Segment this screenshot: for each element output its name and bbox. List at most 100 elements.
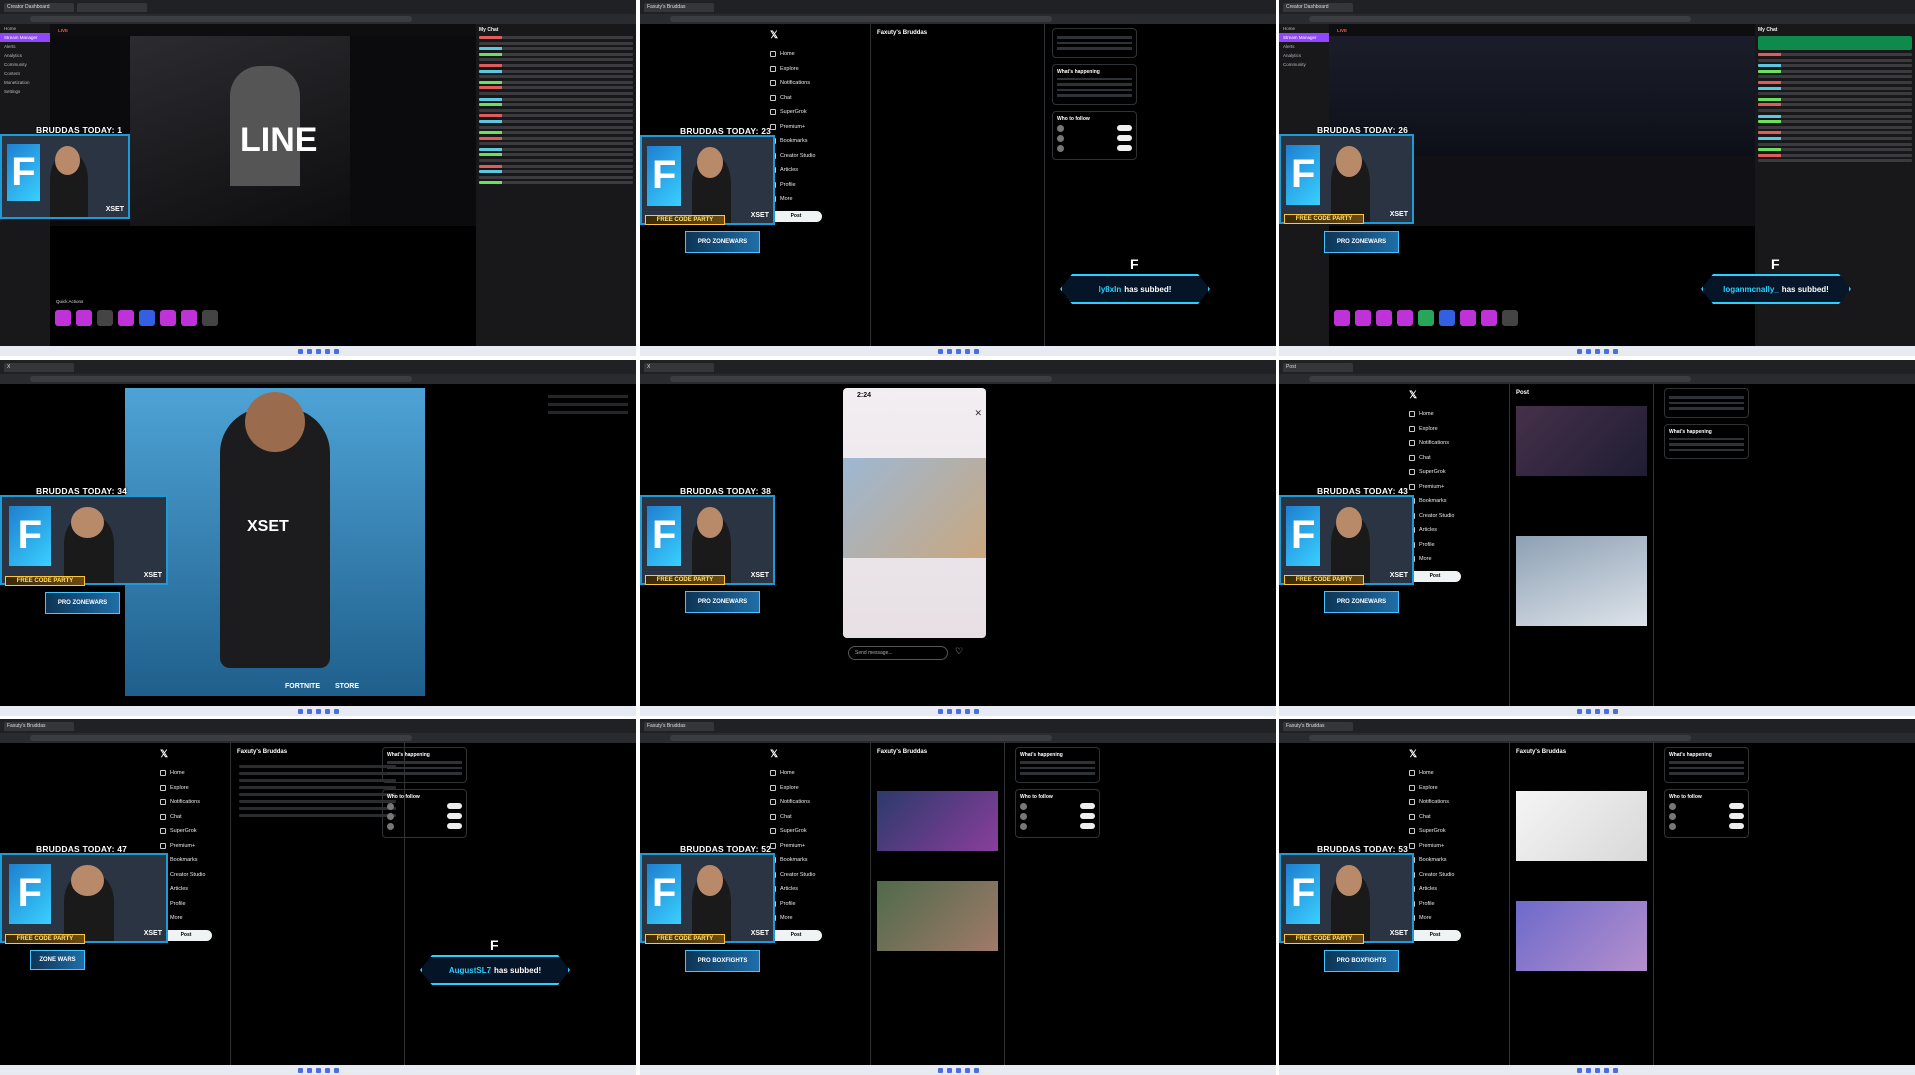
post-button[interactable]: Post [1409,570,1461,582]
follow-button[interactable] [447,823,462,829]
nav-explore[interactable]: Explore [1409,781,1479,796]
browser-tab[interactable]: Post [1283,362,1353,372]
sidebar-item[interactable]: Content [0,69,50,78]
quick-action-button[interactable] [97,310,113,326]
quick-action-button[interactable] [76,310,92,326]
nav-premium[interactable]: Premium+ [770,120,840,135]
sidebar-item[interactable]: Analytics [1279,51,1329,60]
nav-notifications[interactable]: Notifications [770,795,840,810]
post-button[interactable]: Post [770,210,822,222]
quick-action-button[interactable] [55,310,71,326]
quick-action-button[interactable] [1481,310,1497,326]
nav-profile[interactable]: Profile [770,178,840,193]
follow-button[interactable] [1080,813,1095,819]
sidebar-item[interactable]: Analytics [0,51,50,60]
quick-action-button[interactable] [202,310,218,326]
nav-bookmarks[interactable]: Bookmarks [770,134,840,149]
sidebar-item[interactable]: Home [1279,24,1329,33]
address-bar[interactable] [1279,14,1915,24]
follow-button[interactable] [1080,823,1095,829]
browser-tab[interactable]: Creator Dashboard [1283,2,1353,12]
browser-tab-2[interactable] [77,2,147,12]
quick-action-button[interactable] [181,310,197,326]
nav-bookmarks[interactable]: Bookmarks [1409,494,1479,509]
nav-creator-studio[interactable]: Creator Studio [770,868,840,883]
follow-button[interactable] [1729,803,1744,809]
sidebar-item[interactable]: Home [0,24,50,33]
post-button[interactable]: Post [1409,929,1461,941]
quick-action-button[interactable] [1439,310,1455,326]
nav-explore[interactable]: Explore [770,62,840,77]
address-bar[interactable] [640,14,1276,24]
nav-home[interactable]: Home [1409,407,1479,422]
quick-action-button[interactable] [118,310,134,326]
nav-bookmarks[interactable]: Bookmarks [1409,853,1479,868]
nav-more[interactable]: More [1409,552,1479,567]
nav-profile[interactable]: Profile [160,897,230,912]
url-field[interactable] [1309,376,1691,382]
sidebar-item-active[interactable]: Stream Manager [0,33,50,42]
nav-home[interactable]: Home [160,766,230,781]
follow-button[interactable] [1729,813,1744,819]
nav-bookmarks[interactable]: Bookmarks [160,853,230,868]
browser-tab[interactable]: Faxuty's Bruddas [1283,721,1353,731]
follow-button[interactable] [447,813,462,819]
nav-articles[interactable]: Articles [770,882,840,897]
address-bar[interactable] [640,374,1276,384]
browser-tab[interactable]: Creator Dashboard [4,2,74,12]
nav-chat[interactable]: Chat [770,810,840,825]
address-bar[interactable] [1279,733,1915,743]
nav-explore[interactable]: Explore [160,781,230,796]
nav-explore[interactable]: Explore [1409,422,1479,437]
nav-chat[interactable]: Chat [770,91,840,106]
nav-articles[interactable]: Articles [1409,523,1479,538]
nav-more[interactable]: More [1409,911,1479,926]
nav-articles[interactable]: Articles [1409,882,1479,897]
url-field[interactable] [1309,735,1691,741]
quick-action-button[interactable] [139,310,155,326]
nav-chat[interactable]: Chat [160,810,230,825]
follow-button[interactable] [1117,135,1132,141]
sidebar-item[interactable]: Community [0,60,50,69]
sidebar-item[interactable]: Alerts [0,42,50,51]
nav-more[interactable]: More [160,911,230,926]
close-icon[interactable]: ✕ [974,408,982,419]
nav-supergrok[interactable]: SuperGrok [770,824,840,839]
nav-notifications[interactable]: Notifications [1409,795,1479,810]
address-bar[interactable] [0,14,636,24]
heart-icon[interactable]: ♡ [955,646,963,657]
browser-tab[interactable]: X [4,362,74,372]
nav-home[interactable]: Home [770,47,840,62]
nav-home[interactable]: Home [770,766,840,781]
url-field[interactable] [670,735,1052,741]
x-logo-icon[interactable]: 𝕏 [1409,390,1479,401]
nav-chat[interactable]: Chat [1409,451,1479,466]
nav-premium[interactable]: Premium+ [160,839,230,854]
nav-notifications[interactable]: Notifications [160,795,230,810]
nav-explore[interactable]: Explore [770,781,840,796]
browser-tab[interactable]: Faxuty's Bruddas [644,2,714,12]
quick-action-button[interactable] [1334,310,1350,326]
message-input[interactable]: Send message... [848,646,948,660]
x-logo-icon[interactable]: 𝕏 [770,749,840,760]
follow-button[interactable] [1117,145,1132,151]
follow-button[interactable] [1080,803,1095,809]
url-field[interactable] [30,16,412,22]
nav-articles[interactable]: Articles [770,163,840,178]
address-bar[interactable] [0,374,636,384]
address-bar[interactable] [1279,374,1915,384]
nav-profile[interactable]: Profile [1409,538,1479,553]
browser-tab[interactable]: X [644,362,714,372]
sidebar-item[interactable]: Monetization [0,78,50,87]
url-field[interactable] [670,16,1052,22]
nav-premium[interactable]: Premium+ [1409,480,1479,495]
nav-notifications[interactable]: Notifications [1409,436,1479,451]
nav-profile[interactable]: Profile [770,897,840,912]
x-logo-icon[interactable]: 𝕏 [770,30,840,41]
url-field[interactable] [30,735,412,741]
nav-more[interactable]: More [770,911,840,926]
url-field[interactable] [30,376,412,382]
nav-notifications[interactable]: Notifications [770,76,840,91]
nav-creator-studio[interactable]: Creator Studio [160,868,230,883]
nav-creator-studio[interactable]: Creator Studio [1409,509,1479,524]
